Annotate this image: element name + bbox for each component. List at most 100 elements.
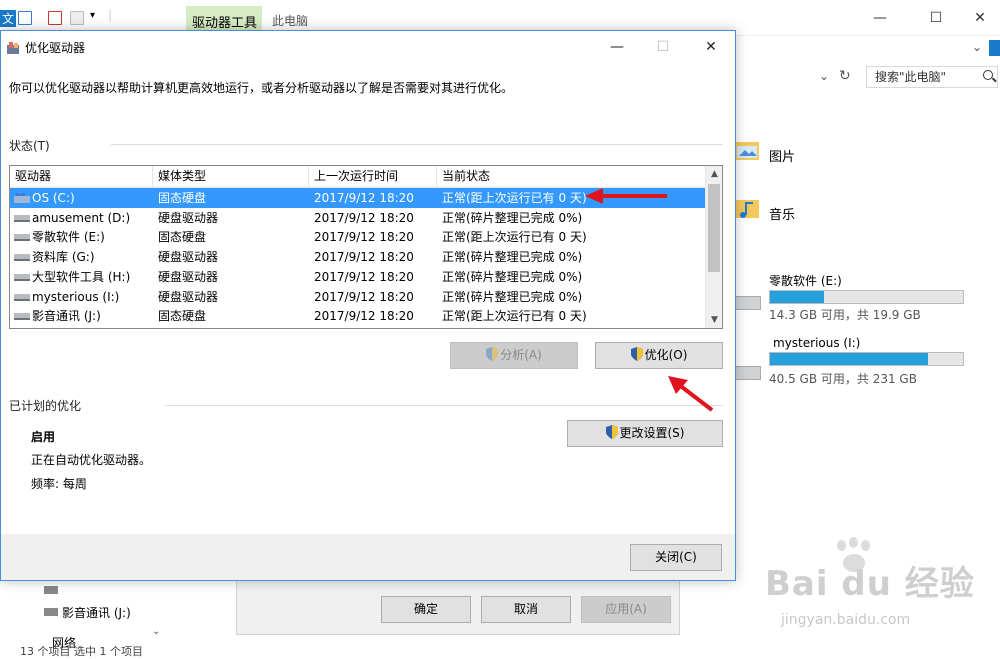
new-folder-icon[interactable] [70, 11, 84, 25]
drive-usage-fill [770, 291, 825, 303]
dialog-description: 你可以优化驱动器以帮助计算机更高效地运行，或者分析驱动器以了解是否需要对其进行优… [9, 81, 514, 95]
defrag-app-icon [7, 42, 19, 54]
uac-shield-icon [605, 425, 618, 439]
annotation-arrow-diagonal [668, 376, 714, 412]
windows-drive-icon [14, 193, 30, 203]
close-button[interactable]: 关闭(C) [630, 544, 722, 571]
hard-drive-icon [14, 313, 30, 321]
drive-tools-tab[interactable]: 驱动器工具 [192, 12, 257, 31]
table-row[interactable]: 资料库 (G:) 硬盘驱动器 2017/9/12 18:20 正常(碎片整理已完成 0… [10, 247, 706, 267]
cancel-button[interactable]: 取消 [481, 596, 571, 623]
schedule-state: 启用 [31, 430, 56, 444]
folder-music[interactable]: 音乐 [735, 190, 995, 234]
folder-pictures[interactable]: 图片 [735, 132, 995, 176]
table-row[interactable]: mysterious (I:) 硬盘驱动器 2017/9/12 18:20 正常(碎片… [10, 287, 706, 307]
search-icon [983, 70, 993, 80]
schedule-description: 正在自动优化驱动器。 [31, 453, 152, 467]
uac-shield-icon [486, 347, 499, 361]
cell-drive: mysterious (I:) [32, 289, 120, 304]
address-dropdown-icon[interactable]: ⌄ [819, 69, 829, 83]
folder-label: 图片 [769, 150, 796, 165]
hard-drive-icon [735, 366, 761, 380]
cell-status: 正常(碎片整理已完成 0%) [442, 269, 583, 284]
minimize-icon[interactable]: — [866, 6, 894, 30]
optimize-button[interactable]: 优化(O) [595, 342, 723, 369]
ribbon-file-tab[interactable]: 文 [0, 10, 17, 27]
drive-name: mysterious (I:) [773, 336, 861, 350]
drive-properties-dialog: 确定 取消 应用(A) [236, 581, 680, 635]
hard-drive-icon [14, 293, 30, 301]
analyze-button[interactable]: 分析(A) [450, 342, 578, 369]
ok-button[interactable]: 确定 [381, 596, 471, 623]
drive-icon [44, 608, 58, 616]
scheduled-group-label: 已计划的优化 [9, 399, 82, 413]
close-icon[interactable]: ✕ [691, 35, 731, 59]
search-input[interactable]: 搜索"此电脑" [866, 66, 998, 88]
cell-drive: amusement (D:) [32, 210, 131, 225]
change-settings-label: 更改设置(S) [619, 426, 685, 440]
column-header-media-type[interactable]: 媒体类型 [153, 166, 309, 188]
cell-status: 正常(距上次运行已有 0 天) [442, 230, 587, 245]
drive-usage-fill [770, 353, 929, 365]
column-header-last-run[interactable]: 上一次运行时间 [309, 166, 437, 188]
annotation-arrow-left [585, 188, 667, 204]
cell-last-run: 2017/9/12 18:20 [314, 210, 414, 225]
scheduled-group-divider [165, 405, 723, 406]
hard-drive-icon [14, 234, 30, 242]
scroll-thumb[interactable] [708, 184, 720, 272]
cell-media-type: 硬盘驱动器 [158, 269, 219, 284]
cell-drive: 大型软件工具 (H:) [32, 269, 131, 284]
optimize-label: 优化(O) [644, 348, 688, 362]
hard-drive-icon [14, 254, 30, 262]
cell-last-run: 2017/9/12 18:20 [314, 191, 414, 205]
checkmark-icon[interactable] [48, 11, 62, 25]
hard-drive-icon [14, 273, 30, 281]
close-icon[interactable]: ✕ [966, 6, 994, 30]
quick-access-dropdown-icon[interactable]: ▾ [90, 10, 95, 21]
help-icon[interactable] [989, 40, 1000, 56]
dialog-footer: 关闭(C) [1, 534, 735, 580]
maximize-icon[interactable]: ☐ [922, 6, 950, 30]
search-placeholder: 搜索"此电脑" [875, 70, 947, 84]
cell-drive: OS (C:) [32, 191, 75, 205]
cell-media-type: 硬盘驱动器 [158, 289, 219, 304]
drive-tile-e[interactable]: 零散软件 (E:) 14.3 GB 可用，共 19.9 GB [735, 268, 995, 324]
cell-status: 正常(碎片整理已完成 0%) [442, 250, 583, 265]
drive-tile-i[interactable]: mysterious (I:) 40.5 GB 可用，共 231 GB [735, 334, 995, 390]
uac-shield-icon [630, 347, 643, 361]
table-row[interactable]: 影音通讯 (J:) 固态硬盘 2017/9/12 18:20 正常(距上次运行已有 0… [10, 306, 706, 326]
status-bar: 13 个项目 选中 1 个项目 [0, 641, 240, 658]
nav-scroll-down-icon[interactable]: ⌄ [152, 626, 160, 637]
maximize-icon[interactable]: ☐ [643, 35, 683, 59]
cell-status: 正常(碎片整理已完成 0%) [442, 289, 583, 304]
hard-drive-icon [14, 214, 30, 222]
cell-media-type: 硬盘驱动器 [158, 250, 219, 265]
baidu-jingyan-watermark: Bai du 经验 jingyan.baidu.com [755, 537, 995, 640]
drive-usage-bar [769, 352, 964, 366]
column-header-status[interactable]: 当前状态 [437, 166, 706, 188]
table-row[interactable]: 大型软件工具 (H:) 硬盘驱动器 2017/9/12 18:20 正常(碎片整理已完… [10, 267, 706, 287]
table-row[interactable]: amusement (D:) 硬盘驱动器 2017/9/12 18:20 正常(碎片整… [10, 208, 706, 228]
drive-name: 零散软件 (E:) [769, 274, 842, 288]
properties-icon[interactable] [18, 11, 32, 25]
drive-usage-text: 14.3 GB 可用，共 19.9 GB [769, 308, 921, 322]
change-settings-button[interactable]: 更改设置(S) [567, 420, 723, 447]
refresh-icon[interactable]: ↻ [839, 68, 851, 84]
ribbon-collapse-icon[interactable]: ⌄ [972, 40, 982, 54]
apply-button[interactable]: 应用(A) [581, 596, 671, 623]
nav-item-drive-j[interactable]: 影音通讯 (J:) [62, 604, 131, 621]
cell-status: 正常(碎片整理已完成 0%) [442, 210, 583, 225]
drive-usage-text: 40.5 GB 可用，共 231 GB [769, 372, 917, 386]
titlebar-separator: | [108, 8, 113, 22]
column-header-drive[interactable]: 驱动器 [10, 166, 153, 188]
list-scrollbar[interactable]: ▲ ▼ [705, 166, 722, 328]
status-group-divider [111, 144, 723, 145]
scroll-down-icon[interactable]: ▼ [706, 312, 722, 328]
schedule-frequency: 频率: 每周 [31, 477, 87, 491]
scroll-up-icon[interactable]: ▲ [706, 166, 722, 182]
cell-media-type: 固态硬盘 [158, 191, 207, 205]
minimize-icon[interactable]: — [597, 35, 637, 59]
status-group-label: 状态(T) [9, 139, 50, 153]
table-row[interactable]: 零散软件 (E:) 固态硬盘 2017/9/12 18:20 正常(距上次运行已有 0… [10, 227, 706, 247]
drive-usage-bar [769, 290, 964, 304]
